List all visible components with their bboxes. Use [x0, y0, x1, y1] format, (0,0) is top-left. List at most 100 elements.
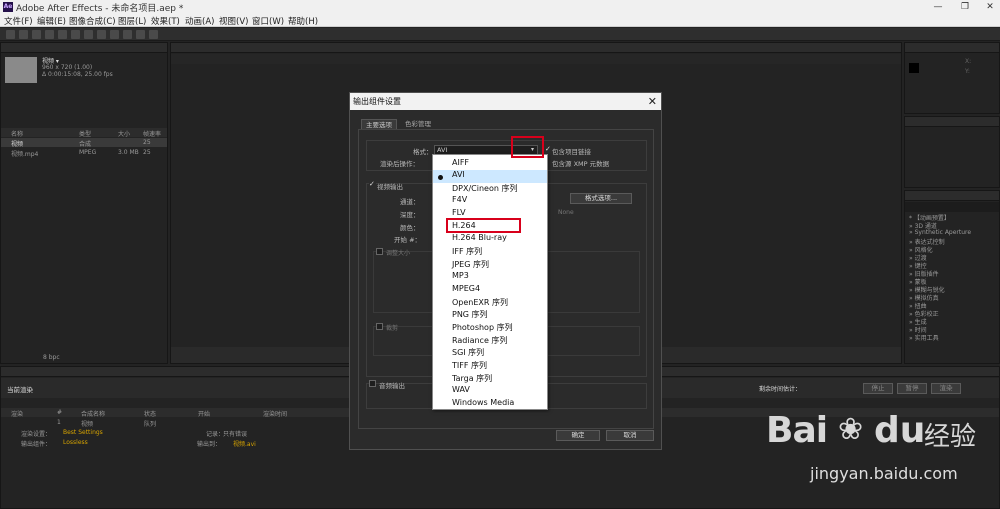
window-titlebar: Ae Adobe After Effects - 未命名项目.aep * — ❐…: [0, 0, 1000, 14]
project-item-dimensions: 960 x 720 (1.00): [42, 64, 93, 71]
brush-tool-icon[interactable]: [123, 30, 132, 39]
format-option-avi[interactable]: AVI: [433, 170, 547, 183]
menu-help[interactable]: 帮助(H): [288, 15, 318, 27]
format-option-jpeg[interactable]: JPEG 序列: [452, 259, 489, 270]
composition-thumbnail: [5, 57, 37, 83]
ok-button[interactable]: 确定: [556, 430, 600, 441]
tab-main-options[interactable]: 主要选项: [361, 119, 397, 129]
format-option-tiff[interactable]: TIFF 序列: [452, 360, 487, 371]
format-option-png[interactable]: PNG 序列: [452, 309, 488, 320]
resize-checkbox[interactable]: [376, 248, 383, 255]
current-render-label: 当前渲染: [7, 386, 33, 394]
output-module-link[interactable]: Lossless: [63, 439, 88, 446]
project-panel-header: [1, 43, 167, 53]
format-option-flv[interactable]: FLV: [452, 208, 466, 217]
format-option-openexr[interactable]: OpenEXR 序列: [452, 297, 508, 308]
column-type[interactable]: 类型: [79, 129, 91, 138]
minimize-button[interactable]: —: [930, 0, 946, 14]
table-row[interactable]: 视频.mp4 MPEG 3.0 MB 25: [1, 148, 167, 158]
menu-composition[interactable]: 图像合成(C): [69, 15, 116, 27]
include-xmp-label: 包含源 XMP 元数据: [552, 160, 610, 168]
column-size[interactable]: 大小: [118, 129, 130, 138]
format-option-wav[interactable]: WAV: [452, 385, 470, 394]
format-option-dpx[interactable]: DPX/Cineon 序列: [452, 183, 517, 194]
format-option-windows-media[interactable]: Windows Media: [452, 398, 514, 407]
dropdown-arrow-highlight: [511, 136, 544, 158]
selection-tool-icon[interactable]: [6, 30, 15, 39]
format-option-h264-bluray[interactable]: H.264 Blu-ray: [452, 233, 507, 242]
include-project-link-checkbox[interactable]: ✓: [545, 146, 552, 153]
color-label: 颜色：: [400, 224, 420, 232]
paw-icon: ❀: [838, 412, 864, 447]
eraser-tool-icon[interactable]: [149, 30, 158, 39]
dialog-title: 输出组件设置 ✕: [350, 93, 661, 110]
format-option-radiance[interactable]: Radiance 序列: [452, 335, 507, 346]
row-name: 视频.mp4: [11, 151, 39, 158]
format-dropdown-list: AIFF AVI DPX/Cineon 序列 F4V FLV H.264 H.2…: [432, 154, 548, 410]
stop-button[interactable]: 停止: [863, 383, 893, 394]
render-settings-link[interactable]: Best Settings: [63, 429, 103, 436]
text-tool-icon[interactable]: [110, 30, 119, 39]
crop-checkbox[interactable]: [376, 323, 383, 330]
col-comp-name: 合成名称: [81, 411, 106, 418]
effects-item[interactable]: » Synthetic Aperture: [909, 229, 971, 236]
menu-view[interactable]: 视图(V): [219, 15, 248, 27]
menu-layer[interactable]: 图层(L): [118, 15, 146, 27]
dialog-close-icon[interactable]: ✕: [648, 93, 657, 110]
close-window-button[interactable]: ✕: [982, 0, 998, 14]
menu-file[interactable]: 文件(F): [4, 15, 33, 27]
output-module-label: 输出组件：: [21, 441, 52, 448]
render-button[interactable]: 渲染: [931, 383, 961, 394]
format-option-iff[interactable]: IFF 序列: [452, 246, 482, 257]
pan-behind-tool-icon[interactable]: [71, 30, 80, 39]
project-panel: 视频 ▾ 960 x 720 (1.00) Δ 0:00:15:08, 25.0…: [0, 42, 168, 364]
baidu-brand-text: Bai: [766, 410, 828, 451]
menu-effect[interactable]: 效果(T): [151, 15, 180, 27]
tab-color-management[interactable]: 色彩管理: [401, 119, 435, 129]
mask-tool-icon[interactable]: [84, 30, 93, 39]
format-option-sgi[interactable]: SGI 序列: [452, 347, 484, 358]
selected-dot-icon: [438, 175, 443, 180]
restore-button[interactable]: ❐: [957, 0, 973, 14]
pause-button[interactable]: 暂停: [897, 383, 927, 394]
log-select[interactable]: 只有错误: [223, 429, 247, 438]
video-output-checkbox[interactable]: ✓: [369, 181, 376, 188]
zoom-tool-icon[interactable]: [32, 30, 41, 39]
column-fps[interactable]: 帧速率: [143, 129, 161, 138]
effects-search-input[interactable]: [905, 202, 999, 212]
col-render: 渲染: [11, 411, 24, 418]
jingyan-text: 经验: [924, 422, 977, 452]
menu-window[interactable]: 窗口(W): [252, 15, 284, 27]
baidu-jingyan-watermark: Bai ❀ du 经验 jingyan.baidu.com: [766, 410, 986, 495]
table-row[interactable]: 视频 合成 25: [1, 138, 167, 148]
format-option-mpeg4[interactable]: MPEG4: [452, 284, 480, 293]
composition-panel-header: [171, 43, 901, 53]
clone-tool-icon[interactable]: [136, 30, 145, 39]
column-name[interactable]: 名称: [11, 129, 23, 138]
menu-animation[interactable]: 动画(A): [185, 15, 214, 27]
format-option-photoshop[interactable]: Photoshop 序列: [452, 322, 513, 333]
format-option-mp3[interactable]: MP3: [452, 271, 469, 280]
audio-output-label: 音频输出: [379, 382, 405, 390]
format-option-f4v[interactable]: F4V: [452, 195, 467, 204]
col-render-time: 渲染时间: [263, 411, 288, 418]
info-panel: X: Y:: [904, 42, 1000, 114]
bit-depth-label[interactable]: 8 bpc: [43, 354, 60, 361]
format-option-targa[interactable]: Targa 序列: [452, 373, 492, 384]
camera-tool-icon[interactable]: [58, 30, 67, 39]
effects-presets-panel: * 【动画预置】 » 3D 通道 » Synthetic Aperture » …: [904, 190, 1000, 364]
audio-output-checkbox[interactable]: [369, 380, 376, 387]
hand-tool-icon[interactable]: [19, 30, 28, 39]
effects-item[interactable]: » 实用工具: [909, 333, 939, 342]
render-item-number: 1: [57, 419, 61, 426]
video-output-label: 视频输出: [377, 183, 403, 191]
rotate-tool-icon[interactable]: [45, 30, 54, 39]
format-option-aiff[interactable]: AIFF: [452, 158, 469, 167]
format-options-button[interactable]: 格式选项...: [570, 193, 632, 204]
menu-edit[interactable]: 编辑(E): [37, 15, 66, 27]
cancel-button[interactable]: 取消: [606, 430, 654, 441]
pen-tool-icon[interactable]: [97, 30, 106, 39]
h264-highlight: [446, 218, 521, 233]
render-settings-label: 渲染设置：: [21, 431, 52, 438]
output-to-link[interactable]: 视频.avi: [233, 439, 256, 448]
